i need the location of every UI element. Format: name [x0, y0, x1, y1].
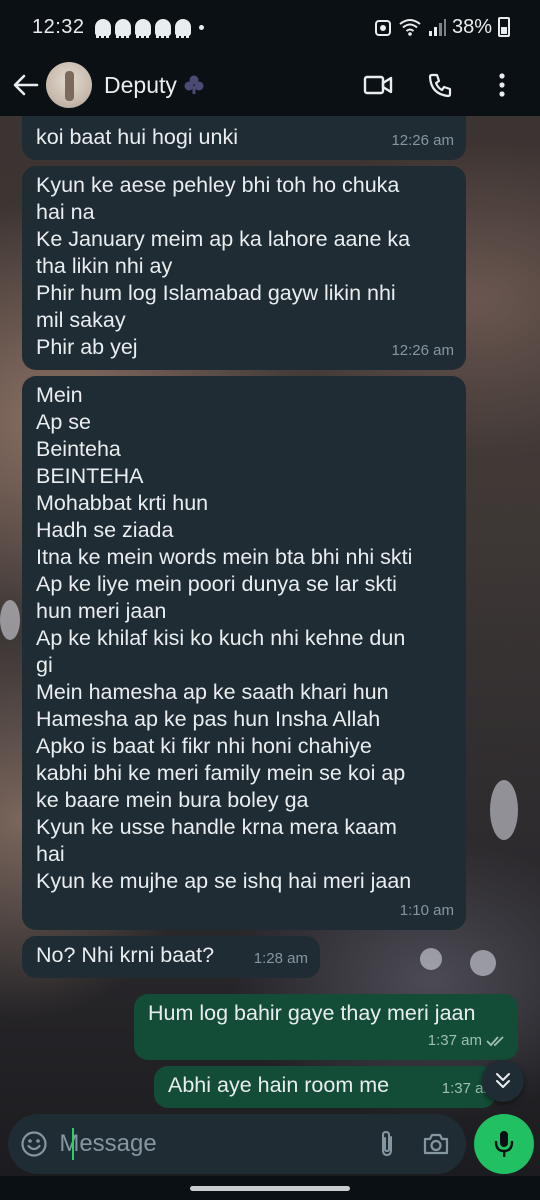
message-bubble-incoming[interactable]: Kyun ke aese pehley bhi toh ho chuka hai…: [22, 166, 466, 370]
message-time: 1:28 am: [253, 950, 308, 967]
status-right: 38%: [374, 16, 510, 39]
snapchat-icon: [94, 18, 111, 38]
message-bubble-outgoing[interactable]: Hum log bahir gaye thay meri jaan 1:37 a…: [134, 994, 518, 1060]
message-bubble-incoming[interactable]: No? Nhi krni baat? 1:28 am: [22, 936, 320, 978]
message-text: Hum log bahir gaye thay meri jaan: [148, 1001, 476, 1025]
emoji-icon: [21, 1131, 47, 1157]
notification-icons: [94, 18, 191, 38]
wifi-icon: [399, 19, 421, 36]
message-time: 1:10 am: [399, 902, 454, 919]
video-call-button[interactable]: [360, 67, 396, 103]
battery-percentage: 38%: [451, 15, 492, 38]
message-input[interactable]: [59, 1130, 370, 1158]
club-icon: [183, 74, 205, 96]
scroll-to-bottom-button[interactable]: [482, 1060, 524, 1102]
message-time: 12:26 am: [391, 342, 454, 359]
message-text: koi baat hui hogi unki: [36, 125, 239, 149]
back-button[interactable]: [6, 65, 46, 105]
more-notifications-dot: [198, 24, 204, 30]
snapchat-icon: [134, 18, 151, 38]
status-time: 12:32: [32, 15, 85, 38]
message-meta: 1:37 am: [428, 1027, 506, 1054]
message-text: Kyun ke aese pehley bhi toh ho chuka hai…: [36, 173, 411, 359]
back-arrow-icon: [13, 74, 39, 96]
wallpaper-flower: [420, 948, 442, 970]
text-cursor: [72, 1128, 74, 1160]
voice-call-button[interactable]: [422, 67, 458, 103]
contact-name[interactable]: Deputy: [104, 72, 177, 99]
wallpaper-flower: [470, 950, 496, 976]
double-tick-icon: [486, 1034, 506, 1048]
camera-icon: [424, 1133, 449, 1155]
wallpaper-flower: [490, 780, 518, 840]
message-composer: [8, 1114, 466, 1174]
message-bubble-incoming[interactable]: Mein Ap se Beinteha BEINTEHA Mohabbat kr…: [22, 376, 466, 930]
more-vert-icon: [499, 73, 505, 97]
microphone-icon: [494, 1131, 514, 1157]
message-bubble-outgoing[interactable]: Abhi aye hain room me 1:37 am: [154, 1066, 496, 1108]
camera-button[interactable]: [419, 1122, 454, 1166]
paperclip-icon: [381, 1130, 392, 1157]
home-gesture-handle[interactable]: [190, 1186, 350, 1191]
double-chevron-down-icon: [496, 1073, 510, 1088]
signal-icon: [428, 19, 446, 36]
message-text: Mein Ap se Beinteha BEINTEHA Mohabbat kr…: [36, 383, 413, 893]
voice-message-button[interactable]: [474, 1114, 534, 1174]
video-call-icon: [363, 75, 393, 95]
message-time: 12:26 am: [391, 132, 454, 149]
wallpaper-flower: [0, 600, 20, 640]
chat-header: Deputy: [0, 54, 540, 116]
snapchat-icon: [114, 18, 131, 38]
message-text: Abhi aye hain room me: [168, 1073, 390, 1097]
status-bar: 12:32 38%: [0, 0, 540, 54]
emoji-button[interactable]: [16, 1122, 51, 1166]
message-time: 1:37 am: [427, 1032, 482, 1049]
alarm-icon: [374, 20, 391, 36]
attach-button[interactable]: [369, 1122, 404, 1166]
avatar[interactable]: [46, 62, 92, 108]
header-actions: [360, 67, 520, 103]
battery-icon: [498, 17, 510, 37]
snapchat-icon: [154, 18, 171, 38]
snapchat-icon: [174, 18, 191, 38]
more-options-button[interactable]: [484, 67, 520, 103]
voice-call-icon: [428, 73, 452, 98]
system-navigation-bar: [0, 1176, 540, 1200]
